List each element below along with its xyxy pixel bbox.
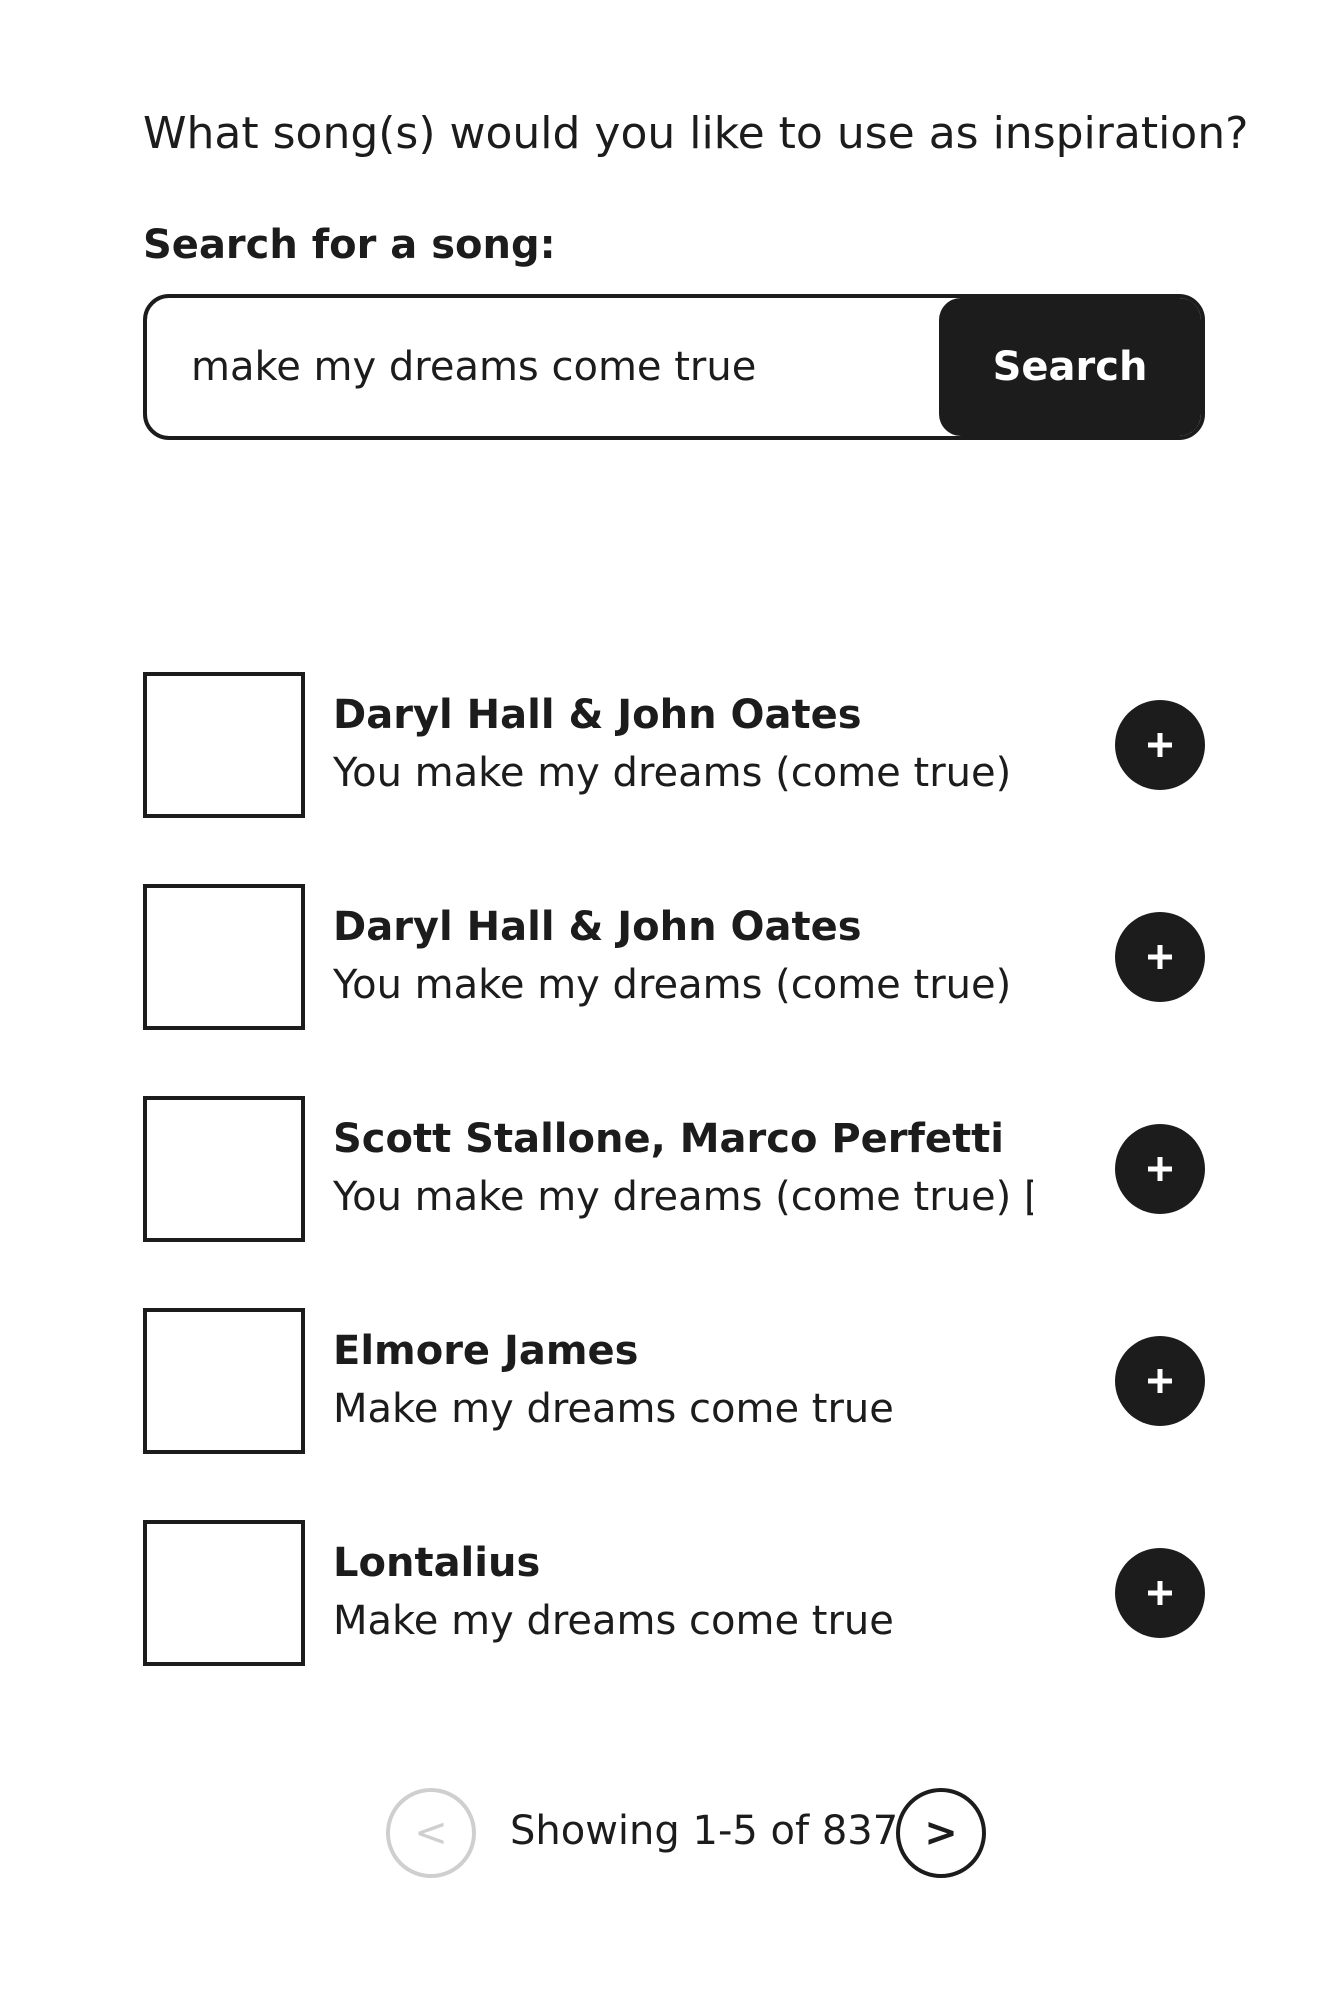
result-title: You make my dreams (come true) <box>333 750 1012 796</box>
result-item: Elmore James Make my dreams come true <box>143 1308 1205 1520</box>
album-art-placeholder <box>143 1520 305 1666</box>
question-heading: What song(s) would you like to use as in… <box>143 108 1249 159</box>
result-title: Make my dreams come true <box>333 1386 894 1432</box>
next-page-button[interactable]: > <box>896 1788 986 1878</box>
result-title: You make my dreams (come true) <box>333 962 1012 1008</box>
album-art-placeholder <box>143 1308 305 1454</box>
results-list: Daryl Hall & John Oates You make my drea… <box>143 672 1205 1732</box>
result-title: You make my dreams (come true) [I... <box>333 1174 1033 1220</box>
result-title: Make my dreams come true <box>333 1598 894 1644</box>
result-artist: Daryl Hall & John Oates <box>333 692 862 738</box>
add-song-button[interactable] <box>1115 1336 1205 1426</box>
pagination: < Showing 1-5 of 837 > <box>0 1788 1342 1880</box>
result-item: Daryl Hall & John Oates You make my drea… <box>143 672 1205 884</box>
pagination-info: Showing 1-5 of 837 <box>510 1808 899 1854</box>
chevron-left-icon: < <box>414 1810 448 1856</box>
add-song-button[interactable] <box>1115 700 1205 790</box>
plus-icon <box>1148 733 1172 757</box>
search-label: Search for a song: <box>143 222 556 268</box>
chevron-right-icon: > <box>924 1810 958 1856</box>
plus-icon <box>1148 1157 1172 1181</box>
plus-icon <box>1148 945 1172 969</box>
add-song-button[interactable] <box>1115 1548 1205 1638</box>
result-artist: Scott Stallone, Marco Perfetti <box>333 1116 1005 1162</box>
plus-icon <box>1148 1369 1172 1393</box>
result-artist: Lontalius <box>333 1540 541 1586</box>
result-artist: Daryl Hall & John Oates <box>333 904 862 950</box>
search-input[interactable] <box>147 298 947 436</box>
add-song-button[interactable] <box>1115 912 1205 1002</box>
album-art-placeholder <box>143 1096 305 1242</box>
add-song-button[interactable] <box>1115 1124 1205 1214</box>
album-art-placeholder <box>143 672 305 818</box>
prev-page-button[interactable]: < <box>386 1788 476 1878</box>
search-button[interactable]: Search <box>939 298 1201 436</box>
search-bar: Search <box>143 294 1205 440</box>
result-artist: Elmore James <box>333 1328 639 1374</box>
plus-icon <box>1148 1581 1172 1605</box>
result-item: Scott Stallone, Marco Perfetti You make … <box>143 1096 1205 1308</box>
result-item: Daryl Hall & John Oates You make my drea… <box>143 884 1205 1096</box>
album-art-placeholder <box>143 884 305 1030</box>
result-item: Lontalius Make my dreams come true <box>143 1520 1205 1732</box>
